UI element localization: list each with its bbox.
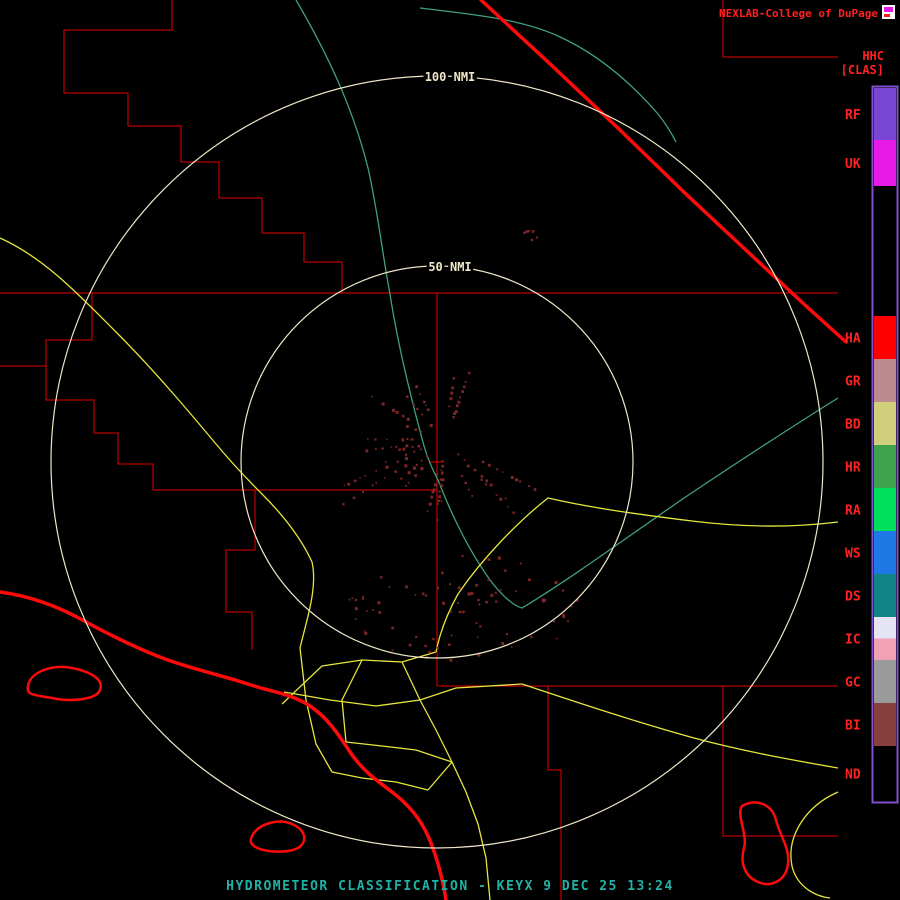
- outer-ring-label: 100 NMI: [425, 70, 476, 84]
- legend-swatch-hr: [874, 445, 896, 488]
- legend-swatch-ra: [874, 488, 896, 531]
- legend-swatch-uk: [874, 140, 896, 186]
- legend-label-ws: WS: [845, 547, 861, 562]
- legend-label-ds: DS: [845, 590, 861, 605]
- legend-swatch-bi: [874, 703, 896, 746]
- footer-title: HYDROMETEOR CLASSIFICATION - KEYX 9 DEC …: [226, 879, 674, 894]
- radar-echoes: [342, 229, 579, 662]
- product-code: HHC: [862, 49, 884, 63]
- legend-label-uk: UK: [845, 157, 861, 172]
- legend-swatch-rf: [874, 88, 896, 140]
- cod-logo-icon: [882, 5, 895, 19]
- legend-label-ha: HA: [845, 332, 861, 347]
- legend-label-nd: ND: [845, 768, 861, 783]
- county-boundaries: [0, 0, 838, 900]
- legend-label-ra: RA: [845, 504, 861, 519]
- lake-outlines: [26, 665, 790, 886]
- source-title: NEXLAB-College of DuPage: [719, 7, 878, 20]
- legend-swatch-ic: [874, 617, 896, 639]
- legend-label-bi: BI: [845, 719, 861, 734]
- highways-yellow: [0, 237, 839, 900]
- product-tag: [CLAS]: [841, 63, 884, 77]
- legend-label-rf: RF: [845, 108, 861, 123]
- legend-swatch-ha: [874, 316, 896, 359]
- legend-label-ic: IC: [845, 633, 861, 648]
- legend-label-gc: GC: [845, 676, 861, 691]
- legend-label-hr: HR: [845, 461, 861, 476]
- legend-swatch-ws: [874, 531, 896, 574]
- color-legend: RF UK HA GR BD HR RA WS DS IC GC BI ND: [845, 85, 899, 804]
- radar-map-canvas: 100 NMI 50 NMI RF UK HA GR BD HR RA WS DS IC GC BI N…: [0, 0, 899, 900]
- legend-label-bd: BD: [845, 418, 861, 433]
- major-highways-red: [0, 0, 848, 900]
- rivers: [295, 0, 839, 609]
- basemap: [0, 0, 848, 900]
- legend-swatch-ic: [874, 638, 896, 660]
- radar-display: 100 NMI 50 NMI RF UK HA GR BD HR RA WS DS IC GC BI N…: [0, 0, 900, 900]
- legend-swatch-gr: [874, 359, 896, 402]
- legend-swatch-ds: [874, 574, 896, 617]
- legend-swatch-gc: [874, 660, 896, 703]
- inner-ring-label: 50 NMI: [428, 260, 471, 274]
- legend-label-gr: GR: [845, 375, 861, 390]
- legend-swatch-bd: [874, 402, 896, 445]
